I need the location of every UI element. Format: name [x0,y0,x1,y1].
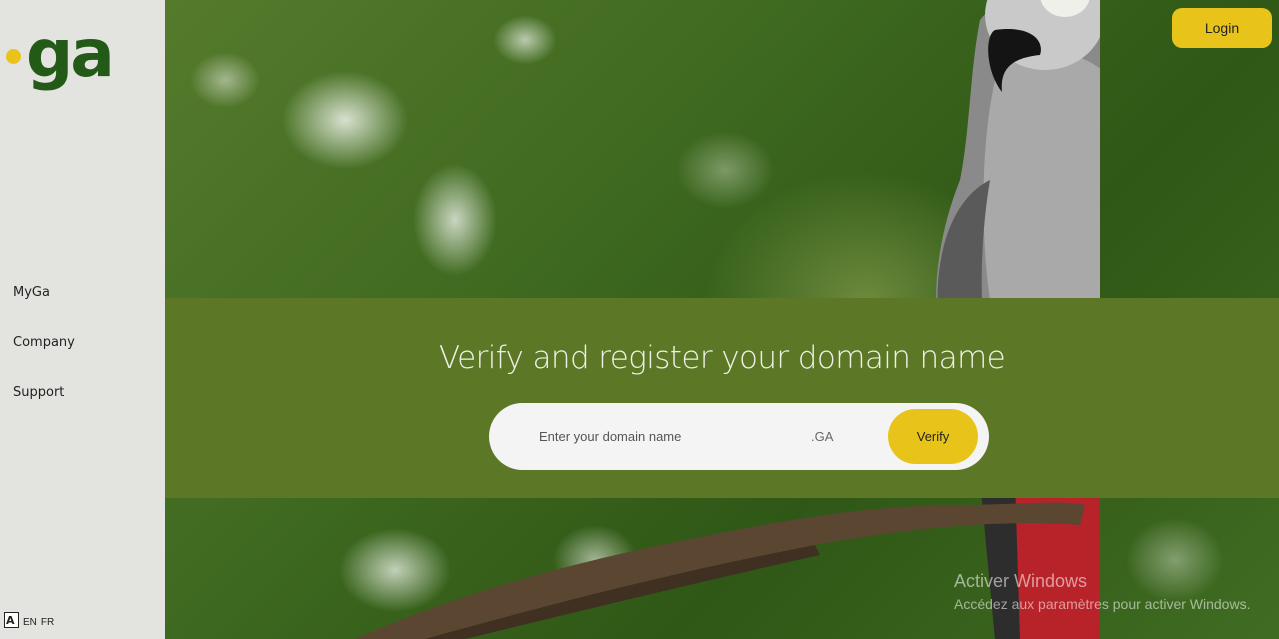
logo-dot [6,49,21,64]
svg-text:A: A [6,614,15,627]
nav-item-myga[interactable]: MyGa [13,283,75,333]
verify-button[interactable]: Verify [888,409,978,464]
page: ga MyGa Company Support A EN FR Login Ve… [0,0,1279,639]
sidebar: ga MyGa Company Support A EN FR [0,0,165,639]
logo-text: ga [26,15,115,92]
watermark-subtitle: Accédez aux paramètres pour activer Wind… [954,596,1251,612]
language-option-en[interactable]: EN [23,617,37,628]
tld-label: .GA [811,429,834,444]
nav-item-support[interactable]: Support [13,383,75,433]
main-nav: MyGa Company Support [13,283,75,433]
domain-search-input[interactable] [539,425,789,447]
domain-search-band: Verify and register your domain name .GA… [165,298,1279,498]
brand-logo[interactable]: ga [6,14,115,92]
language-switcher: A EN FR [4,612,58,628]
windows-activation-watermark: Activer Windows Accédez aux paramètres p… [954,570,1250,614]
translate-icon[interactable]: A [4,612,19,628]
watermark-title: Activer Windows [954,571,1088,591]
nav-item-company[interactable]: Company [13,333,75,383]
login-button[interactable]: Login [1172,8,1272,48]
domain-search-box: .GA Verify [489,403,989,470]
language-option-fr[interactable]: FR [41,617,54,628]
page-title: Verify and register your domain name [438,340,1006,376]
